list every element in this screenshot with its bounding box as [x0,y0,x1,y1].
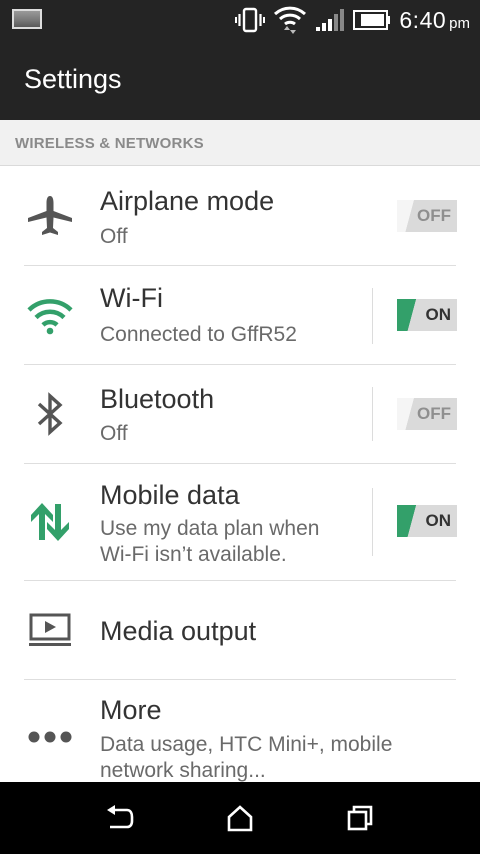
navigation-bar [0,782,480,854]
setting-title: Wi-Fi [100,283,163,313]
bluetooth-icon [26,390,74,438]
toggle-label: OFF [417,404,451,423]
setting-title: Bluetooth [100,384,215,414]
back-icon [107,805,134,829]
back-button[interactable] [100,802,140,834]
airplane-icon [26,192,74,240]
recents-icon [347,805,373,831]
setting-row-bluetooth[interactable]: Bluetooth Off OFF [0,365,480,464]
wifi-icon [26,291,74,339]
setting-row-more[interactable]: More Data usage, HTC Mini+, mobile netwo… [0,680,480,782]
vertical-separator [372,488,373,556]
toggle-stripe [397,200,419,232]
section-title: WIRELESS & NETWORKS [15,135,204,152]
bluetooth-toggle[interactable]: OFF [397,398,457,430]
section-header: WIRELESS & NETWORKS [0,120,480,166]
setting-subtitle: Off [100,225,128,248]
clock-ampm: pm [449,14,470,32]
toggle-label: OFF [417,206,451,225]
setting-subtitle: Off [100,422,128,445]
toggle-label: ON [425,305,452,324]
toggle-stripe [397,398,419,430]
clock-time: 6:40 [399,6,447,33]
toggle-label: ON [425,511,452,530]
toggle-stripe [397,299,419,331]
airplane-mode-toggle[interactable]: OFF [397,200,457,232]
setting-title: Media output [100,616,257,646]
setting-row-mobile-data[interactable]: Mobile data Use my data plan when Wi-Fi … [0,464,480,581]
battery-icon [353,10,391,30]
more-icon [26,713,74,761]
toggle-stripe [397,505,419,537]
mobile-data-toggle[interactable]: ON [397,505,457,537]
setting-title: Airplane mode [100,186,275,216]
app-bar: Settings [0,40,480,120]
media-output-icon [26,607,74,655]
setting-row-wifi[interactable]: Wi-Fi Connected to GffR52 ON [0,266,480,365]
clock: 6:40 pm [399,7,470,34]
wifi-data-icon [274,6,307,34]
setting-row-airplane-mode[interactable]: Airplane mode Off OFF [0,166,480,266]
setting-subtitle: Connected to GffR52 [100,323,297,346]
home-icon [227,805,253,832]
wifi-toggle[interactable]: ON [397,299,457,331]
recents-button[interactable] [340,802,380,834]
home-button[interactable] [220,802,260,834]
signal-icon [316,9,345,31]
setting-subtitle-line1: Use my data plan when [100,517,320,540]
vertical-separator [372,288,373,344]
setting-subtitle-line2: network sharing... [100,759,266,782]
setting-subtitle-line1: Data usage, HTC Mini+, mobile [100,733,393,756]
status-bar: 6:40 pm [0,0,480,40]
vibrate-icon [235,7,266,33]
setting-subtitle-line2: Wi-Fi isn’t available. [100,543,287,566]
page-title: Settings [24,64,122,94]
setting-row-media-output[interactable]: Media output [0,581,480,680]
setting-title: More [100,695,162,725]
mobile-data-icon [26,498,74,546]
screenshot-thumbnail-icon [12,9,42,29]
vertical-separator [372,387,373,441]
setting-title: Mobile data [100,480,240,510]
